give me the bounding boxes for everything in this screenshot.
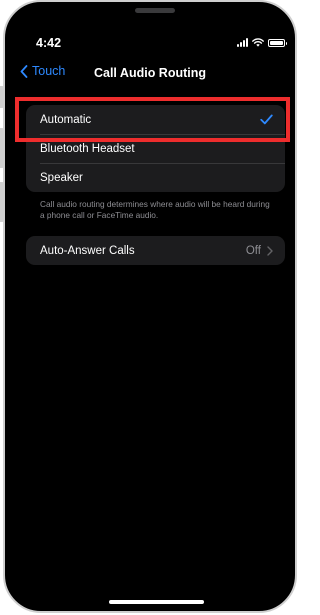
- auto-answer-calls-row[interactable]: Auto-Answer Calls Off: [26, 236, 285, 265]
- cellular-signal-icon: [237, 38, 248, 47]
- auto-answer-value: Off: [245, 244, 261, 257]
- chevron-right-icon: [267, 245, 273, 256]
- page-title: Call Audio Routing: [93, 66, 207, 80]
- wifi-icon: [252, 38, 264, 47]
- home-indicator[interactable]: [109, 600, 204, 604]
- option-speaker[interactable]: Speaker: [26, 163, 285, 192]
- status-icons: [237, 38, 287, 47]
- phone-screen: 4:42 Touch Call Audio Routing Automatic …: [3, 0, 297, 613]
- auto-answer-label: Auto-Answer Calls: [40, 244, 135, 257]
- option-automatic[interactable]: Automatic: [26, 105, 285, 134]
- earpiece-speaker: [135, 8, 175, 13]
- option-label: Automatic: [40, 113, 92, 126]
- audio-routing-list: Automatic Bluetooth Headset Speaker: [26, 105, 285, 192]
- checkmark-icon: [260, 114, 273, 125]
- auto-answer-list: Auto-Answer Calls Off: [26, 236, 285, 265]
- option-label: Bluetooth Headset: [40, 142, 135, 155]
- option-label: Speaker: [40, 171, 83, 184]
- routing-footnote: Call audio routing determines where audi…: [40, 199, 270, 220]
- battery-icon: [268, 38, 287, 47]
- status-time: 4:42: [36, 36, 62, 50]
- phone-mockup: 4:42 Touch Call Audio Routing Automatic …: [0, 0, 303, 615]
- option-bluetooth-headset[interactable]: Bluetooth Headset: [26, 134, 285, 163]
